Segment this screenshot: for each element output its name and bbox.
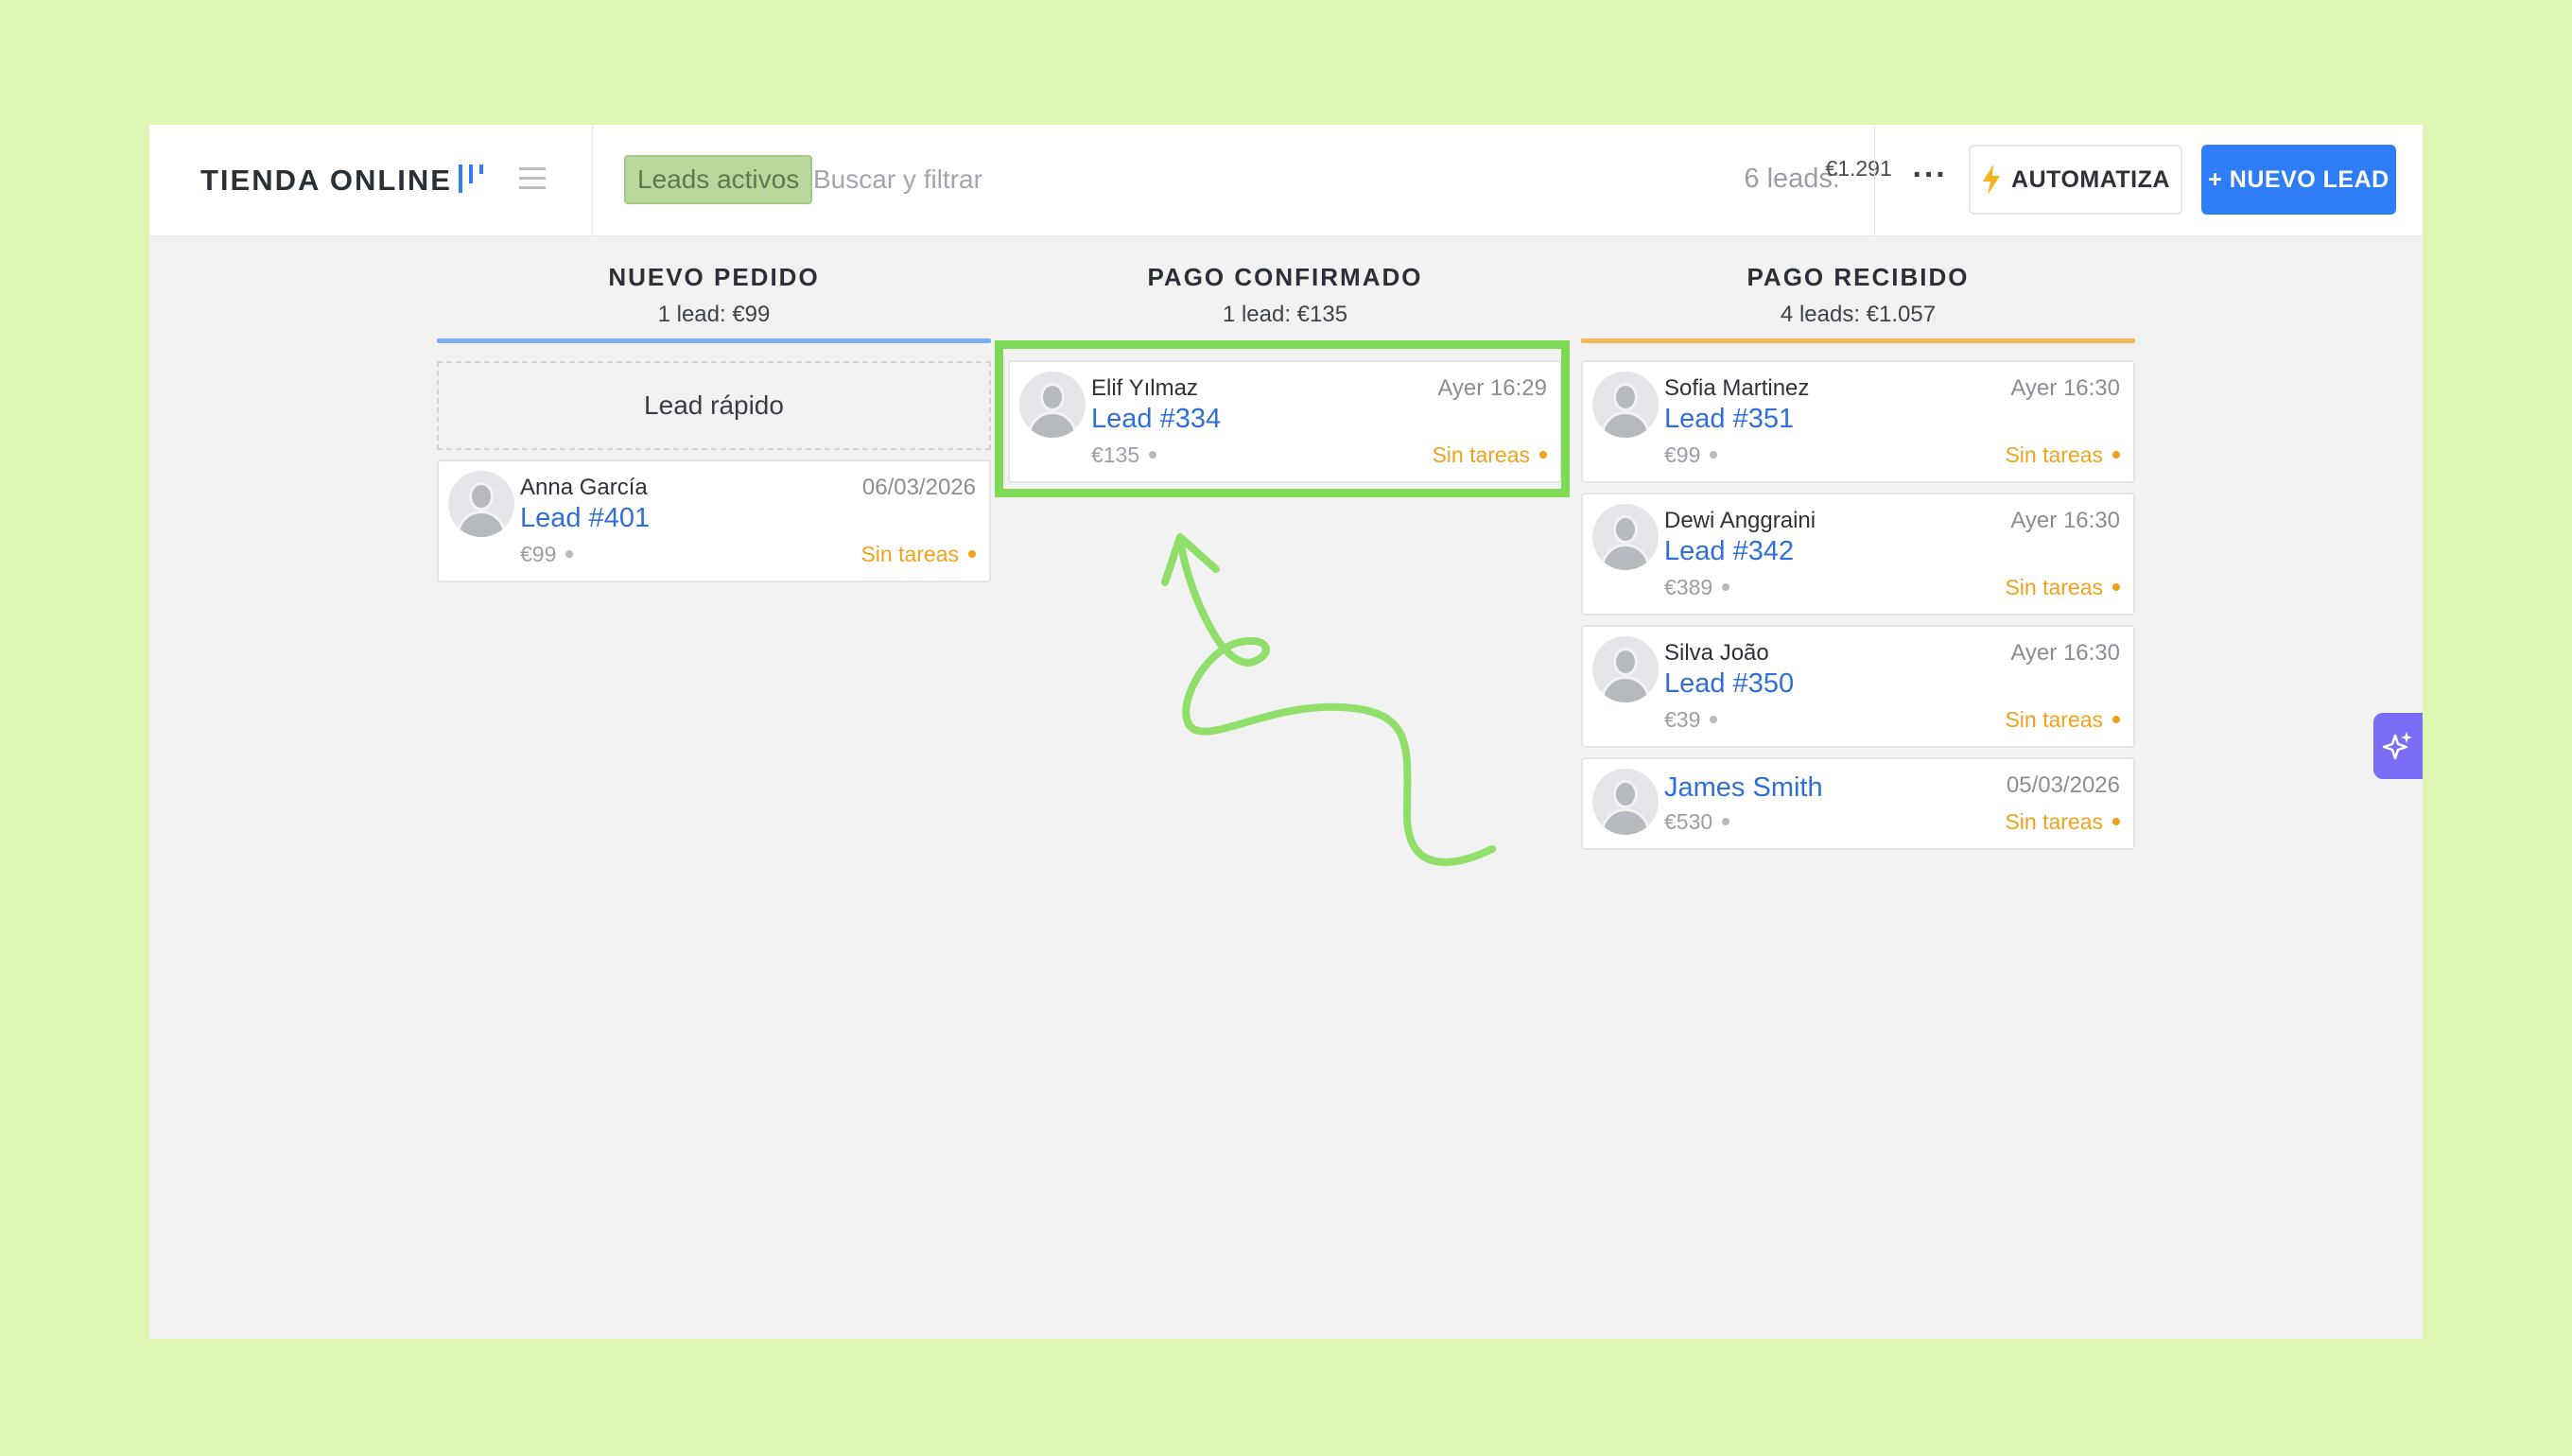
user-avatar-icon [448,471,514,537]
list-view-icon[interactable] [516,163,548,195]
contact-name: Sofia Martinez [1664,375,1810,401]
lead-amount: €39 [1664,707,1718,733]
tasks-status[interactable]: Sin tareas [2005,809,2120,835]
user-avatar-icon [1592,372,1659,438]
divider [592,125,593,236]
lead-date: Ayer 16:29 [1437,375,1547,401]
more-options-button[interactable]: ··· [1906,159,1954,202]
pipeline-summary: 6 leads: €1.291 [1744,156,1891,195]
lead-card[interactable]: Silva João Lead #350 Ayer 16:30 €39 Sin … [1581,625,2135,748]
lead-card[interactable]: Anna García Lead #401 06/03/2026 €99 Sin… [437,459,991,582]
column-title: NUEVO PEDIDO [608,263,820,291]
new-lead-label: + NUEVO LEAD [2208,165,2390,193]
tasks-status[interactable]: Sin tareas [2005,442,2120,468]
ai-assistant-button[interactable] [2373,713,2423,779]
column-title: PAGO CONFIRMADO [1147,263,1423,291]
lead-amount: €135 [1091,442,1157,468]
active-leads-filter-chip[interactable]: Leads activos [624,155,813,204]
column-title: PAGO RECIBIDO [1747,263,1970,291]
tasks-status[interactable]: Sin tareas [2005,575,2120,600]
pipeline-view-icon[interactable] [456,161,488,197]
lead-amount: €99 [1664,442,1718,468]
tasks-status[interactable]: Sin tareas [2005,707,2120,733]
column-subtitle: 4 leads: €1.057 [1780,302,1937,327]
lead-date: Ayer 16:30 [2010,375,2120,401]
lead-card[interactable]: Elif Yılmaz Lead #334 Ayer 16:29 €135 Si… [1008,360,1562,483]
contact-name: Dewi Anggraini [1664,508,1816,533]
lead-link[interactable]: Lead #401 [520,503,650,534]
column-header-nuevo-pedido: NUEVO PEDIDO 1 lead: €99 [437,263,991,328]
tasks-status[interactable]: Sin tareas [1432,442,1547,468]
lead-card[interactable]: Sofia Martinez Lead #351 Ayer 16:30 €99 … [1581,360,2135,483]
lead-amount: €389 [1664,575,1730,600]
divider [1874,125,1875,236]
column-header-pago-confirmado: PAGO CONFIRMADO 1 lead: €135 [1008,263,1562,328]
contact-name: Elif Yılmaz [1091,375,1198,401]
lead-date: 06/03/2026 [861,475,976,500]
user-avatar-icon [1592,636,1659,702]
crm-app-window: TIENDA ONLINE Leads activos 6 leads: €1.… [149,125,2423,1339]
column-status-line [437,338,991,343]
user-avatar-icon [1592,769,1659,835]
lead-card[interactable]: Dewi Anggraini Lead #342 Ayer 16:30 €389… [1581,493,2135,615]
sparkle-icon [2382,732,2412,760]
search-input[interactable] [813,155,1286,204]
lead-date: Ayer 16:30 [2010,640,2120,666]
lead-link[interactable]: Lead #351 [1664,404,1794,435]
contact-name: Silva João [1664,640,1769,666]
quick-lead-button[interactable]: Lead rápido [437,361,991,450]
lead-date: 05/03/2026 [2006,772,2120,798]
lead-link[interactable]: James Smith [1664,772,1823,804]
contact-name: Anna García [520,475,648,500]
column-status-line [1581,338,2135,343]
pipeline-title[interactable]: TIENDA ONLINE [200,164,452,198]
summary-amount: €1.291 [1825,156,1892,181]
user-avatar-icon [1019,372,1086,438]
new-lead-button[interactable]: + NUEVO LEAD [2201,145,2396,215]
automatiza-label: AUTOMATIZA [2011,165,2170,193]
user-avatar-icon [1592,504,1659,570]
column-subtitle: 1 lead: €135 [1222,302,1348,327]
lead-link[interactable]: Lead #350 [1664,668,1794,700]
tasks-status[interactable]: Sin tareas [860,542,976,567]
column-subtitle: 1 lead: €99 [657,302,771,327]
column-header-pago-recibido: PAGO RECIBIDO 4 leads: €1.057 [1581,263,2135,328]
lightning-icon [1983,165,2001,195]
lead-date: Ayer 16:30 [2010,508,2120,533]
lead-card[interactable]: James Smith 05/03/2026 €530 Sin tareas [1581,757,2135,850]
automatiza-button[interactable]: AUTOMATIZA [1969,145,2182,215]
lead-link[interactable]: Lead #342 [1664,536,1794,567]
lead-amount: €530 [1664,809,1730,835]
lead-amount: €99 [520,542,574,567]
lead-link[interactable]: Lead #334 [1091,404,1221,435]
top-bar: TIENDA ONLINE Leads activos 6 leads: €1.… [149,125,2423,236]
